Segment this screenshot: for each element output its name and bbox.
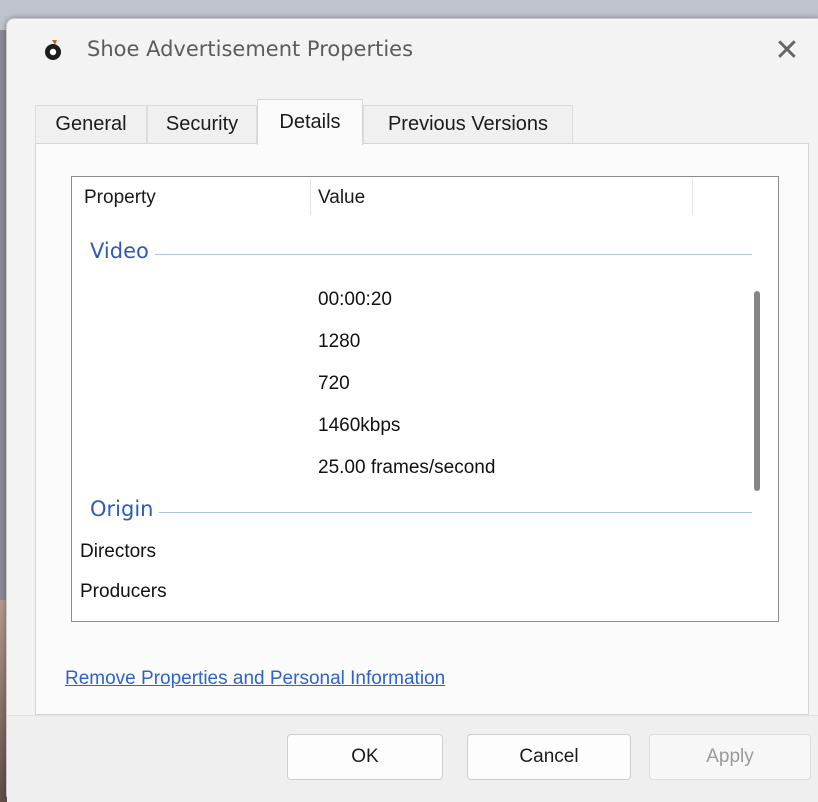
scrollbar-thumb[interactable] <box>754 291 760 491</box>
media-file-icon <box>45 40 61 60</box>
ok-button[interactable]: OK <box>287 734 443 780</box>
list-item[interactable]: 720 <box>72 365 752 407</box>
details-list[interactable]: Property Value Video 00:00:20 1280 720 1… <box>71 176 779 622</box>
tab-general[interactable]: General <box>35 105 147 143</box>
title-bar[interactable]: Shoe Advertisement Properties ✕ <box>7 19 818 85</box>
group-header-video: Video <box>72 239 752 269</box>
tab-previous-versions[interactable]: Previous Versions <box>363 105 573 143</box>
property-value: 1460kbps <box>318 415 401 436</box>
properties-dialog: Shoe Advertisement Properties ✕ General … <box>6 18 818 802</box>
column-header: Property Value <box>72 177 778 217</box>
column-header-property[interactable]: Property <box>84 187 156 209</box>
column-header-value[interactable]: Value <box>318 187 365 209</box>
vertical-scrollbar[interactable] <box>748 177 778 621</box>
property-value: 00:00:20 <box>318 289 392 310</box>
property-value: 25.00 frames/second <box>318 457 496 478</box>
group-label: Origin <box>90 497 160 521</box>
list-item[interactable]: 00:00:20 <box>72 281 752 323</box>
details-panel: Property Value Video 00:00:20 1280 720 1… <box>35 143 809 715</box>
tab-security[interactable]: Security <box>147 105 257 143</box>
apply-button[interactable]: Apply <box>649 734 811 780</box>
list-item[interactable]: 1460kbps <box>72 407 752 449</box>
property-name: Directors <box>80 541 157 562</box>
list-item[interactable]: 1280 <box>72 323 752 365</box>
group-header-origin: Origin <box>72 497 752 527</box>
window-title: Shoe Advertisement Properties <box>87 37 414 61</box>
group-divider <box>90 254 752 255</box>
column-separator[interactable] <box>310 179 311 215</box>
list-item[interactable]: Producers <box>72 573 752 615</box>
close-icon: ✕ <box>774 34 800 67</box>
cancel-button[interactable]: Cancel <box>467 734 631 780</box>
remove-properties-link[interactable]: Remove Properties and Personal Informati… <box>65 668 445 690</box>
list-item[interactable]: Directors <box>72 533 752 575</box>
tab-details[interactable]: Details <box>257 99 363 145</box>
group-label: Video <box>90 239 155 263</box>
property-name: Producers <box>80 581 167 602</box>
close-button[interactable]: ✕ <box>769 33 805 69</box>
list-item[interactable]: 25.00 frames/second <box>72 449 752 491</box>
group-divider <box>90 512 752 513</box>
dialog-footer: OK Cancel Apply <box>7 715 818 802</box>
column-separator[interactable] <box>692 179 693 215</box>
property-value: 720 <box>318 373 350 394</box>
property-value: 1280 <box>318 331 361 352</box>
